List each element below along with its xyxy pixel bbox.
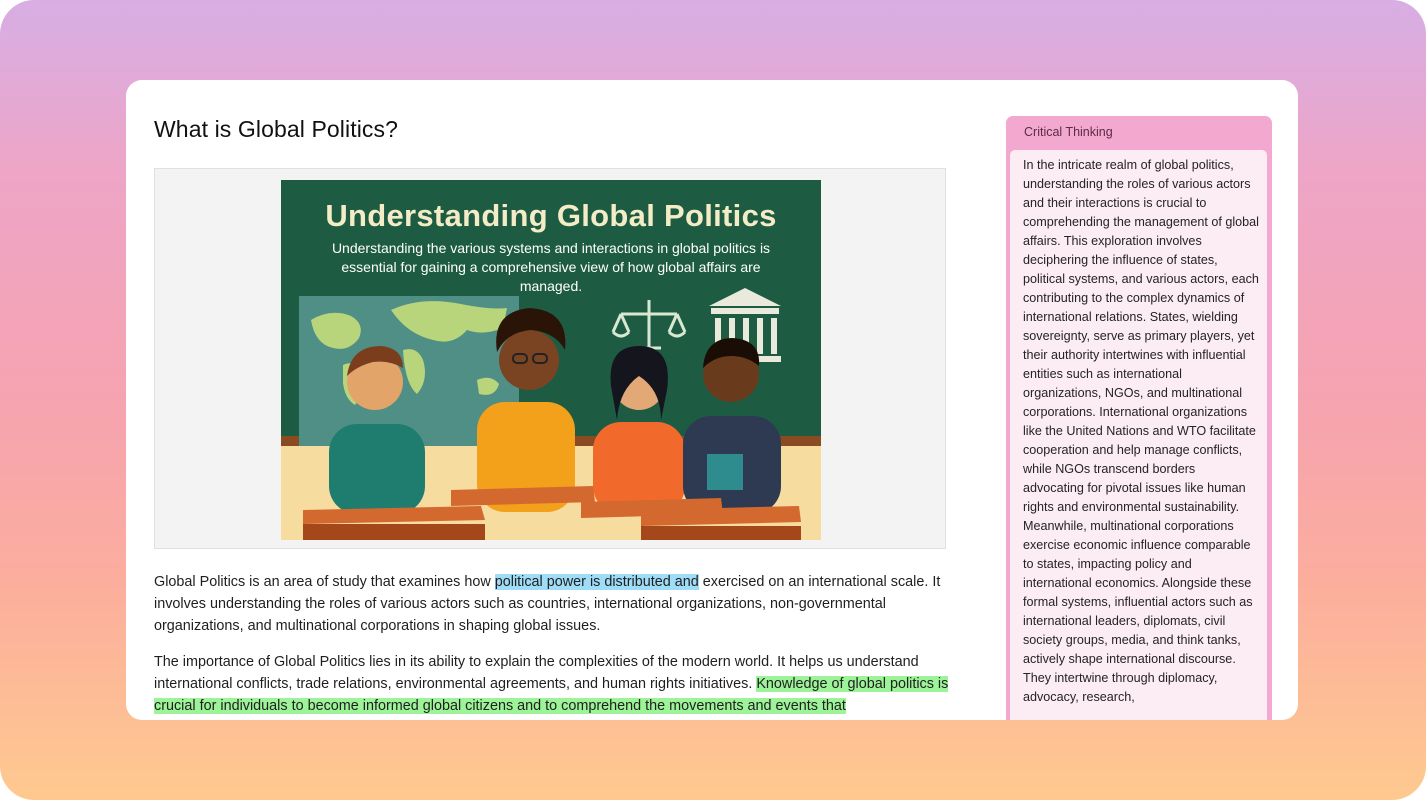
classroom-illustration bbox=[281, 180, 821, 540]
critical-thinking-panel: Critical Thinking In the intricate realm… bbox=[1006, 116, 1272, 720]
highlight-blue[interactable]: political power is distributed and bbox=[494, 574, 699, 590]
paragraph-definition: Global Politics is an area of study that… bbox=[154, 571, 954, 637]
illustration-heading: Understanding Global Politics bbox=[325, 198, 777, 233]
page-title: What is Global Politics? bbox=[154, 116, 398, 142]
gradient-background: What is Global Politics? Understanding G… bbox=[0, 0, 1426, 800]
panel-body[interactable]: In the intricate realm of global politic… bbox=[1010, 150, 1267, 720]
figure-frame: Understanding Global Politics Understand… bbox=[154, 168, 946, 549]
panel-title: Critical Thinking bbox=[1024, 125, 1113, 139]
illustration-image: Understanding Global Politics Understand… bbox=[281, 180, 821, 540]
paragraph-text: Global Politics is an area of study that… bbox=[154, 574, 495, 590]
content-card: What is Global Politics? Understanding G… bbox=[126, 80, 1298, 720]
paragraph-importance: The importance of Global Politics lies i… bbox=[154, 651, 954, 717]
illustration-subheading: Understanding the various systems and in… bbox=[331, 240, 771, 294]
